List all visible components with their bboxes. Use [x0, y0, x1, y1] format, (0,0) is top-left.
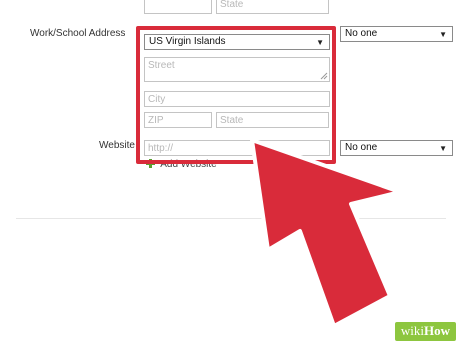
pointer-arrow-icon — [250, 138, 402, 328]
wikihow-logo: wikiHow — [394, 322, 456, 341]
